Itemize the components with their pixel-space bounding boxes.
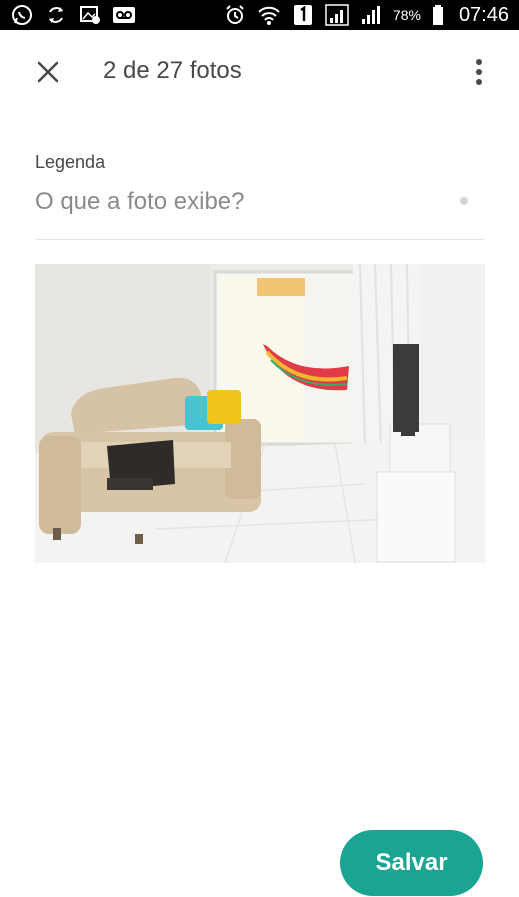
more-vertical-icon <box>476 59 482 85</box>
app-bar: 2 de 27 fotos <box>0 30 519 114</box>
sync-icon <box>44 4 68 26</box>
page-title: 2 de 27 fotos <box>103 57 242 84</box>
wifi-icon <box>257 4 281 26</box>
status-bar-notifications <box>10 4 136 26</box>
living-room-photo <box>35 264 485 563</box>
caption-input[interactable] <box>35 184 455 220</box>
more-options-button[interactable] <box>462 54 496 90</box>
caption-label: Legenda <box>35 152 106 172</box>
photo-caption-screen: 78% 07:46 2 de 27 fotos Legenda O que a … <box>0 0 519 897</box>
image-notification-icon <box>78 4 102 26</box>
status-time: 07:46 <box>458 3 509 26</box>
photo-preview <box>35 264 485 563</box>
status-bar: 78% 07:46 <box>0 0 519 30</box>
close-icon <box>37 61 59 83</box>
status-bar-system: 78% 07:46 <box>223 4 509 27</box>
signal-icon <box>325 4 349 26</box>
input-indicator-dot <box>460 197 468 205</box>
whatsapp-icon <box>10 4 34 26</box>
battery-icon <box>431 4 445 26</box>
alarm-icon <box>223 4 247 26</box>
sim-1-icon <box>291 4 315 26</box>
signal-icon <box>359 4 383 26</box>
save-button[interactable]: Salvar <box>340 830 483 896</box>
voicemail-icon <box>112 4 136 26</box>
battery-percentage: 78% <box>392 7 421 23</box>
caption-underline <box>35 239 485 240</box>
close-button[interactable] <box>30 54 66 90</box>
